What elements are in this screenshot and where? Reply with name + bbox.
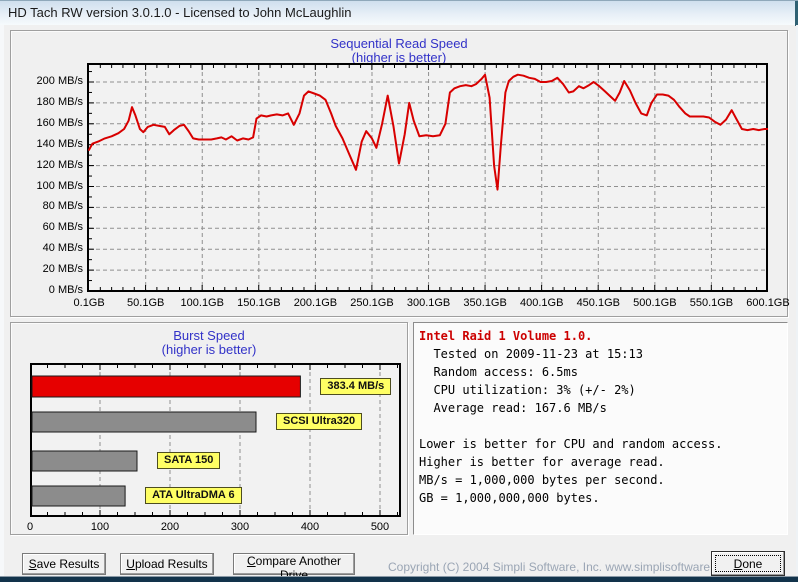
- hdtach-window: { "window": { "title": "HD Tach RW versi…: [0, 0, 798, 582]
- burst-bar: [31, 375, 301, 398]
- drive-detail-line: Average read: 167.6 MB/s: [419, 401, 607, 415]
- sequential-read-panel: Sequential Read Speed (higher is better)…: [10, 30, 790, 317]
- drive-info-panel: Intel Raid 1 Volume 1.0. Tested on 2009-…: [413, 322, 788, 535]
- bar-label: SATA 150: [157, 452, 221, 469]
- y-axis-label: 40 MB/s: [42, 242, 83, 255]
- sequential-read-plot: [87, 63, 768, 292]
- drive-info-content: Intel Raid 1 Volume 1.0. Tested on 2009-…: [414, 323, 787, 507]
- upload-results-button[interactable]: Upload Results: [120, 553, 214, 575]
- copyright-text: Copyright (C) 2004 Simpli Software, Inc.…: [388, 560, 737, 574]
- burst-x-axis-label: 400: [300, 521, 320, 533]
- y-axis-label: 180 MB/s: [36, 95, 83, 108]
- bar-label: 383.4 MB/s: [320, 377, 392, 395]
- y-axis-label: 80 MB/s: [42, 200, 83, 213]
- window-border-left: [0, 25, 4, 576]
- sequential-chart-title: Sequential Read Speed: [330, 36, 468, 51]
- bar-label: SCSI Ultra320: [276, 413, 363, 430]
- compare-another-drive-button[interactable]: Compare Another Drive: [233, 553, 355, 582]
- drive-detail-line: Tested on 2009-11-23 at 15:13: [419, 347, 643, 361]
- window-title: HD Tach RW version 3.0.1.0 - Licensed to…: [8, 5, 352, 20]
- burst-x-axis-label: 500: [370, 521, 390, 533]
- burst-bar: [31, 485, 126, 507]
- drive-detail-line: CPU utilization: 3% (+/- 2%): [419, 383, 636, 397]
- burst-chart-title: Burst Speed: [173, 328, 245, 343]
- burst-x-axis-label: 0: [26, 521, 34, 533]
- burst-chart-subtitle: (higher is better): [161, 342, 257, 357]
- window-titlebar[interactable]: HD Tach RW version 3.0.1.0 - Licensed to…: [0, 0, 798, 26]
- info-note-line: Higher is better for average read.: [419, 455, 665, 469]
- burst-x-axis-label: 100: [90, 521, 110, 533]
- burst-x-axis-label: 300: [230, 521, 250, 533]
- drive-name: Intel Raid 1 Volume 1.0.: [419, 329, 593, 343]
- y-axis-label: 60 MB/s: [42, 221, 83, 234]
- burst-bar: [31, 411, 257, 433]
- x-axis-label: 600.1GB: [746, 297, 790, 309]
- info-note-line: GB = 1,000,000,000 bytes.: [419, 491, 600, 505]
- y-axis-label: 120 MB/s: [36, 158, 83, 171]
- burst-speed-panel: Burst Speed (higher is better) 383.4 MB/…: [10, 322, 408, 535]
- save-results-button[interactable]: Save Results: [22, 553, 106, 575]
- info-note-line: MB/s = 1,000,000 bytes per second.: [419, 473, 665, 487]
- window-border-bottom: [0, 577, 798, 582]
- bar-label: ATA UltraDMA 6: [145, 487, 242, 504]
- y-axis-label: 140 MB/s: [36, 137, 83, 150]
- done-button[interactable]: Done: [711, 551, 785, 576]
- y-axis-label: 20 MB/s: [42, 263, 83, 276]
- burst-x-axis-label: 200: [160, 521, 180, 533]
- y-axis-label: 100 MB/s: [36, 179, 83, 192]
- y-axis-label: 0 MB/s: [48, 284, 83, 296]
- y-axis-label: 200 MB/s: [36, 75, 83, 87]
- done-button-label: Done: [733, 556, 763, 571]
- info-note-line: Lower is better for CPU and random acces…: [419, 437, 723, 451]
- drive-detail-line: Random access: 6.5ms: [419, 365, 578, 379]
- y-axis-label: 160 MB/s: [36, 116, 83, 129]
- burst-bar: [31, 450, 138, 472]
- sequential-read-chart: [87, 63, 768, 292]
